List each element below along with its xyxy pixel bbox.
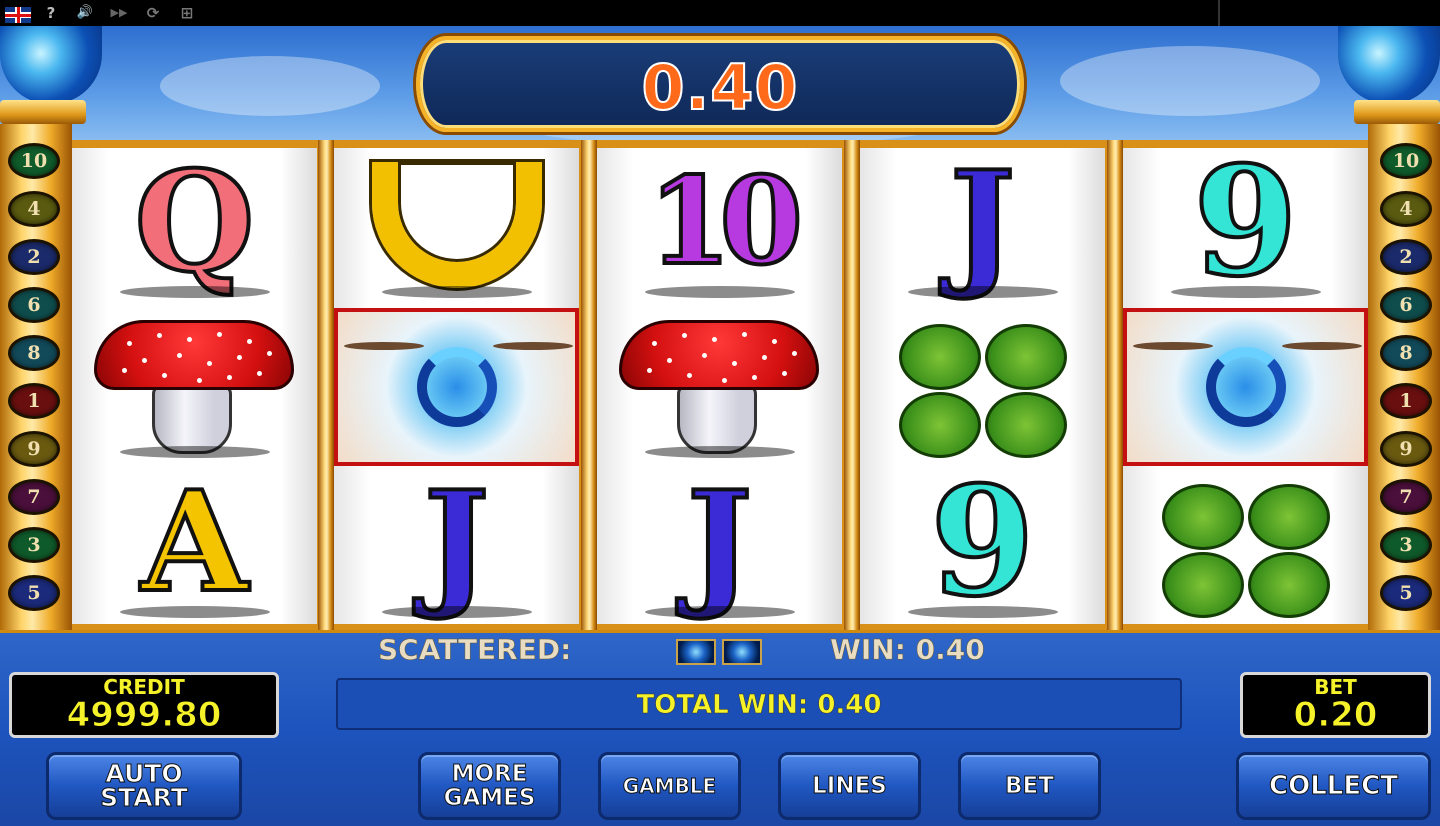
symbol-letter: J: [685, 460, 754, 623]
symbol-letter: A: [139, 460, 250, 623]
symbol-letter: Q: [132, 148, 256, 303]
top-toolbar: ? 🔊 ▶▶ ⟳ ⊞: [0, 0, 1440, 26]
bet-meter: BET 0.20: [1240, 672, 1431, 738]
mushroom-icon: [597, 308, 842, 466]
bet-button[interactable]: BET: [958, 752, 1101, 820]
clover-icon: [860, 308, 1105, 466]
horseshoe-icon: [334, 148, 579, 306]
payline-indicator: 5: [8, 575, 60, 611]
language-flag-icon[interactable]: [2, 2, 32, 24]
reel-5: 9: [1123, 148, 1368, 624]
collect-button[interactable]: COLLECT: [1236, 752, 1431, 820]
payline-indicator: 4: [8, 191, 60, 227]
auto-start-button[interactable]: AUTO START: [46, 752, 242, 820]
eye-icon: [676, 639, 716, 665]
reel-divider: [844, 140, 860, 630]
eye-icon: [1123, 308, 1368, 466]
reel-divider: [318, 140, 334, 630]
symbol-letter: 10: [646, 149, 805, 294]
toolbar-divider: [1218, 0, 1220, 26]
payline-indicator: 2: [8, 239, 60, 275]
bet-value: 0.20: [1293, 695, 1378, 735]
reel-3: 10 J: [597, 148, 842, 624]
reel-cell: Q: [72, 148, 317, 306]
symbol-letter: J: [422, 460, 491, 623]
payline-indicator: 9: [8, 431, 60, 467]
help-icon[interactable]: ?: [36, 2, 66, 24]
reel-cell: 10: [597, 148, 842, 306]
fast-forward-icon[interactable]: ▶▶: [104, 2, 134, 24]
win-display-value: 0.40: [641, 50, 799, 125]
reel-cell: 9: [1123, 148, 1368, 306]
reel-cell: J: [597, 460, 842, 624]
reel-cell: J: [860, 148, 1105, 306]
lines-button[interactable]: LINES: [778, 752, 921, 820]
symbol-letter: 9: [928, 454, 1036, 624]
reel-cell: 9: [860, 454, 1105, 624]
reel-divider: [1107, 140, 1123, 630]
payline-indicator: 8: [8, 335, 60, 371]
payline-indicator: 3: [8, 527, 60, 563]
payline-indicator: 1: [8, 383, 60, 419]
payline-indicator: 10: [1380, 143, 1432, 179]
refresh-icon[interactable]: ⟳: [138, 2, 168, 24]
reel-cell: J: [334, 460, 579, 624]
symbol-letter: J: [948, 148, 1017, 303]
payline-indicator: 6: [8, 287, 60, 323]
payline-indicator: 9: [1380, 431, 1432, 467]
payline-indicator: 5: [1380, 575, 1432, 611]
payline-indicator: 4: [1380, 191, 1432, 227]
mushroom-icon: [72, 308, 317, 466]
gamble-button[interactable]: GAMBLE: [598, 752, 741, 820]
payline-indicator: 6: [1380, 287, 1432, 323]
pillar-cap-left: [0, 100, 86, 124]
reel-4: J9: [860, 148, 1105, 624]
scattered-label: SCATTERED:: [378, 633, 572, 667]
pillar-cap-right: [1354, 100, 1440, 124]
payline-indicator: 2: [1380, 239, 1432, 275]
reel-2: J: [334, 148, 579, 624]
payline-indicator: 10: [8, 143, 60, 179]
payline-indicator: 3: [1380, 527, 1432, 563]
credit-meter: CREDIT 4999.80: [9, 672, 279, 738]
payline-indicator: 8: [1380, 335, 1432, 371]
sound-icon[interactable]: 🔊: [70, 2, 100, 24]
win-label: WIN: 0.40: [830, 633, 985, 667]
reel-cell: A: [72, 460, 317, 624]
payline-indicator: 7: [1380, 479, 1432, 515]
win-display: 0.40: [416, 36, 1024, 132]
eye-icon: [334, 308, 579, 466]
payline-indicator: 1: [1380, 383, 1432, 419]
total-win-display: TOTAL WIN: 0.40: [336, 678, 1182, 730]
reel-1: QA: [72, 148, 317, 624]
eye-icon: [722, 639, 762, 665]
payline-indicator: 7: [8, 479, 60, 515]
clover-icon: [1123, 468, 1368, 624]
credit-value: 4999.80: [66, 695, 222, 735]
reel-divider: [581, 140, 597, 630]
more-games-button[interactable]: MORE GAMES: [418, 752, 561, 820]
symbol-letter: 9: [1191, 148, 1299, 310]
fullscreen-icon[interactable]: ⊞: [172, 2, 202, 24]
